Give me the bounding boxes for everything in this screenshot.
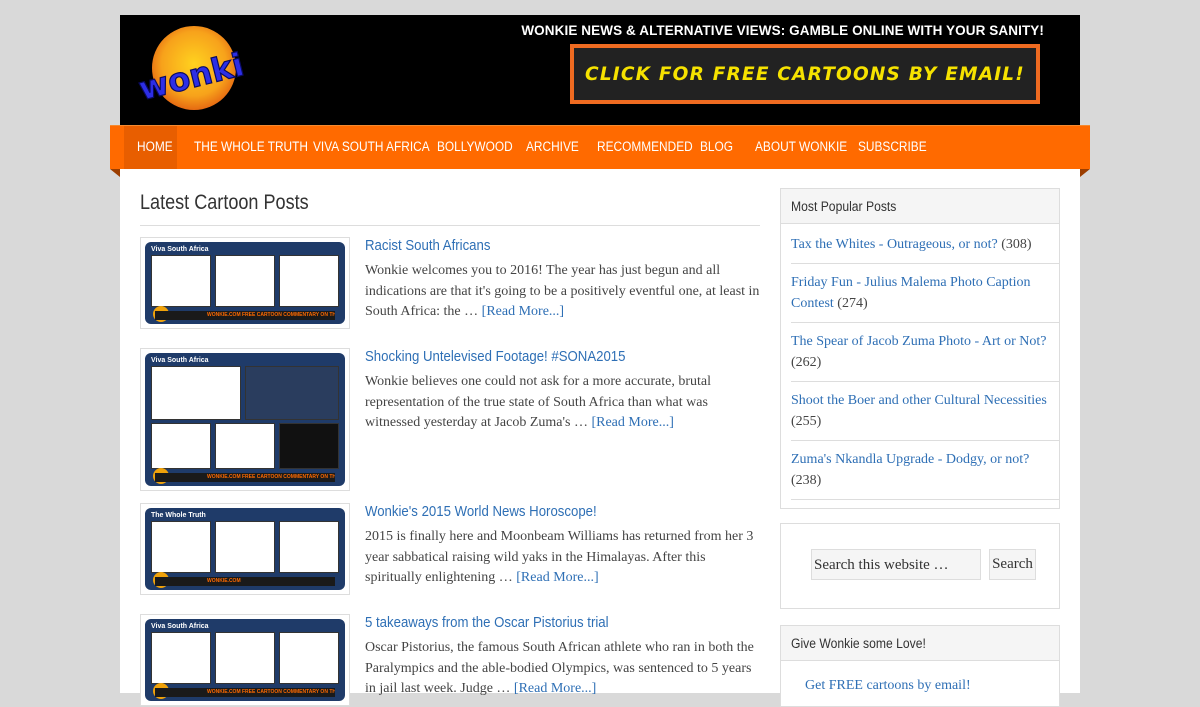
popular-post-item: Shoot the Boer and other Cultural Necess… [791, 382, 1059, 441]
post-excerpt: Wonkie welcomes you to 2016! The year ha… [365, 261, 760, 323]
cartoon-image: Viva South Africa WONKIE.COM FREE CARTOO… [145, 619, 345, 701]
popular-post-item: Tax the Whites - Outrageous, or not? (30… [791, 224, 1059, 264]
popular-posts-title: Most Popular Posts [791, 199, 897, 214]
comic-panel [215, 521, 275, 573]
comic-panel [215, 632, 275, 684]
comic-panel [151, 255, 211, 307]
popular-post-count: (255) [791, 414, 822, 429]
main-content: Latest Cartoon Posts Viva South Africa W… [120, 0, 1080, 707]
popular-post-count: (238) [791, 473, 822, 488]
popular-post-link[interactable]: The Spear of Jacob Zuma Photo - Art or N… [791, 334, 1046, 349]
popular-post-count: (308) [1001, 237, 1032, 252]
post-thumbnail[interactable]: Viva South Africa WONKIE.COM FREE CARTOO… [140, 237, 350, 329]
popular-post-count: (262) [791, 355, 822, 370]
popular-post-item: Friday Fun - Julius Malema Photo Caption… [791, 264, 1059, 323]
search-input[interactable]: Search this website … [811, 549, 981, 580]
post-thumbnail[interactable]: The Whole Truth WONKIE.COM [140, 503, 350, 595]
post-title-link[interactable]: Shocking Untelevised Footage! #SONA2015 [365, 348, 625, 365]
post-item: Viva South Africa WONKIE.COM FREE CARTOO… [140, 237, 760, 337]
post-thumbnail[interactable]: Viva South Africa WONKIE.COM FREE CARTOO… [140, 348, 350, 491]
thumbnail-header: Viva South Africa [151, 357, 209, 364]
comic-panel [279, 423, 339, 469]
comic-panel [215, 423, 275, 469]
read-more-link[interactable]: [Read More...] [482, 304, 564, 319]
love-widget: Give Wonkie some Love! Get FREE cartoons… [780, 625, 1060, 707]
popular-posts-widget: Most Popular Posts Tax the Whites - Outr… [780, 188, 1060, 509]
popular-post-item: Zuma's Nkandla Upgrade - Dodgy, or not? … [791, 441, 1059, 500]
popular-post-link[interactable]: Tax the Whites - Outrageous, or not? [791, 237, 998, 252]
comic-panel [151, 632, 211, 684]
post-excerpt: 2015 is finally here and Moonbeam Willia… [365, 527, 760, 589]
popular-post-link[interactable]: Shoot the Boer and other Cultural Necess… [791, 393, 1047, 408]
comic-panel [279, 632, 339, 684]
popular-post-link[interactable]: Zuma's Nkandla Upgrade - Dodgy, or not? [791, 452, 1029, 467]
read-more-link[interactable]: [Read More...] [591, 415, 673, 430]
read-more-link[interactable]: [Read More...] [516, 570, 598, 585]
post-excerpt: Wonkie believes one could not ask for a … [365, 372, 760, 434]
search-widget: Search this website … Search [780, 523, 1060, 609]
cartoon-image: Viva South Africa WONKIE.COM FREE CARTOO… [145, 242, 345, 324]
post-title-link[interactable]: Racist South Africans [365, 237, 490, 254]
thumbnail-header: The Whole Truth [151, 512, 206, 519]
comic-panel [279, 255, 339, 307]
love-widget-title: Give Wonkie some Love! [791, 636, 926, 651]
comic-panel [245, 366, 339, 420]
thumbnail-header: Viva South Africa [151, 623, 209, 630]
title-divider [140, 225, 760, 226]
post-title-link[interactable]: 5 takeaways from the Oscar Pistorius tri… [365, 614, 609, 631]
cartoon-image: Viva South Africa WONKIE.COM FREE CARTOO… [145, 353, 345, 486]
post-excerpt: Oscar Pistorius, the famous South Africa… [365, 638, 760, 700]
post-title-link[interactable]: Wonkie's 2015 World News Horoscope! [365, 503, 597, 520]
popular-post-item: The Spear of Jacob Zuma Photo - Art or N… [791, 323, 1059, 382]
widget-title: Give Wonkie some Love! [781, 626, 1059, 661]
search-button[interactable]: Search [989, 549, 1036, 580]
post-thumbnail[interactable]: Viva South Africa WONKIE.COM FREE CARTOO… [140, 614, 350, 706]
comic-panel [151, 423, 211, 469]
thumbnail-footer: WONKIE.COM FREE CARTOON COMMENTARY ON TH… [155, 473, 335, 482]
comic-panel [215, 255, 275, 307]
thumbnail-header: Viva South Africa [151, 246, 209, 253]
widget-title: Most Popular Posts [781, 189, 1059, 224]
popular-post-count: (274) [837, 296, 868, 311]
post-item: The Whole Truth WONKIE.COM Wonkie's 2015… [140, 503, 760, 603]
comic-panel [151, 366, 241, 420]
free-cartoons-email-link[interactable]: Get FREE cartoons by email! [805, 678, 971, 694]
comic-panel [151, 521, 211, 573]
thumbnail-footer: WONKIE.COM [155, 577, 335, 586]
popular-post-link[interactable]: Friday Fun - Julius Malema Photo Caption… [791, 275, 1031, 311]
cartoon-image: The Whole Truth WONKIE.COM [145, 508, 345, 590]
read-more-link[interactable]: [Read More...] [514, 681, 596, 696]
post-item: Viva South Africa WONKIE.COM FREE CARTOO… [140, 348, 760, 498]
thumbnail-footer: WONKIE.COM FREE CARTOON COMMENTARY ON TH… [155, 311, 335, 320]
post-item: Viva South Africa WONKIE.COM FREE CARTOO… [140, 614, 760, 706]
comic-panel [279, 521, 339, 573]
page-title: Latest Cartoon Posts [140, 191, 309, 214]
